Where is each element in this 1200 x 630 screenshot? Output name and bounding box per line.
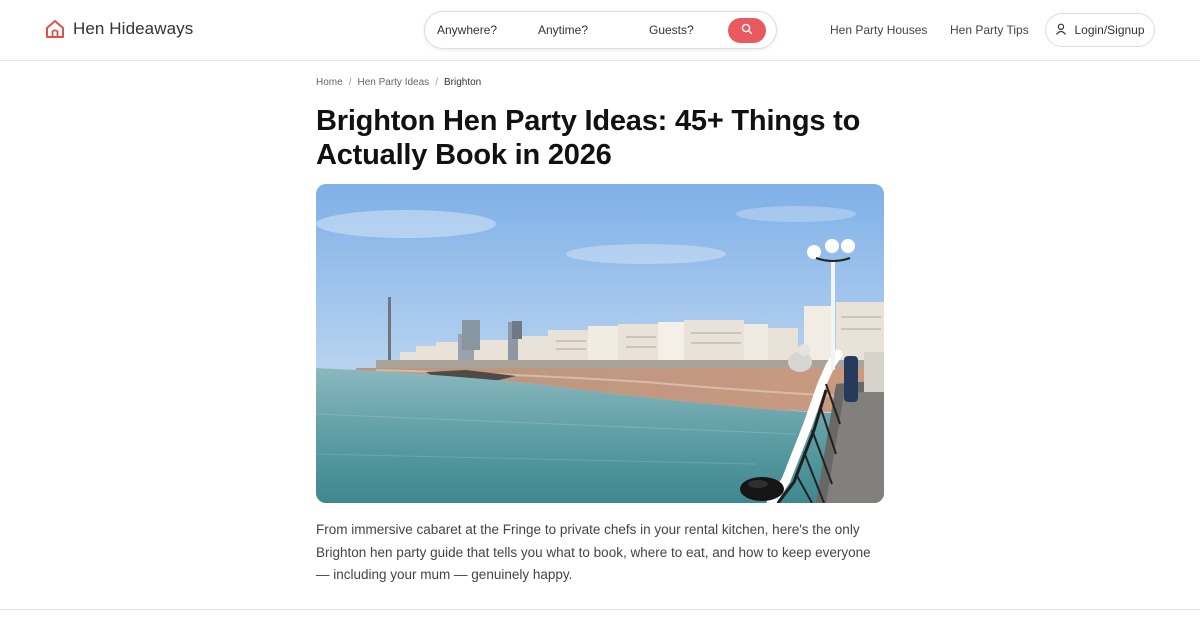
divider <box>0 609 1200 610</box>
title-line-1: Brighton Hen Party Ideas: 45+ Things to <box>316 105 861 137</box>
brand-name: Hen Hideaways <box>73 19 194 38</box>
title-line-2: Actually Book in 2026 <box>316 139 612 171</box>
breadcrumb-hen-party-ideas[interactable]: Hen Party Ideas <box>357 77 429 88</box>
hero-image <box>316 184 884 503</box>
search-icon <box>741 22 753 40</box>
article-intro: From immersive cabaret at the Fringe to … <box>316 522 871 582</box>
site-header: Hen Hideaways Anywhere? Anytime? Guests?… <box>0 0 1200 61</box>
breadcrumb-home[interactable]: Home <box>316 77 343 88</box>
search-bar[interactable]: Anywhere? Anytime? Guests? <box>424 11 777 49</box>
search-location-field[interactable]: Anywhere? <box>437 23 497 37</box>
search-guests-field[interactable]: Guests? <box>649 23 694 37</box>
login-signup-button[interactable]: Login/Signup <box>1045 13 1155 47</box>
nav-hen-party-tips[interactable]: Hen Party Tips <box>950 23 1029 37</box>
page-title: Brighton Hen Party Ideas: 45+ Things to … <box>316 104 886 172</box>
search-date-field[interactable]: Anytime? <box>538 23 588 37</box>
login-label: Login/Signup <box>1074 23 1145 37</box>
breadcrumb: Home / Hen Party Ideas / Brighton <box>316 77 481 88</box>
breadcrumb-current: Brighton <box>443 77 482 88</box>
house-icon <box>45 19 65 39</box>
nav-hen-party-houses[interactable]: Hen Party Houses <box>830 23 927 37</box>
search-button[interactable] <box>728 18 766 43</box>
brand-logo[interactable]: Hen Hideaways <box>45 19 193 39</box>
breadcrumb-separator: / <box>348 77 352 88</box>
breadcrumb-separator: / <box>435 77 438 88</box>
user-icon <box>1055 23 1067 38</box>
